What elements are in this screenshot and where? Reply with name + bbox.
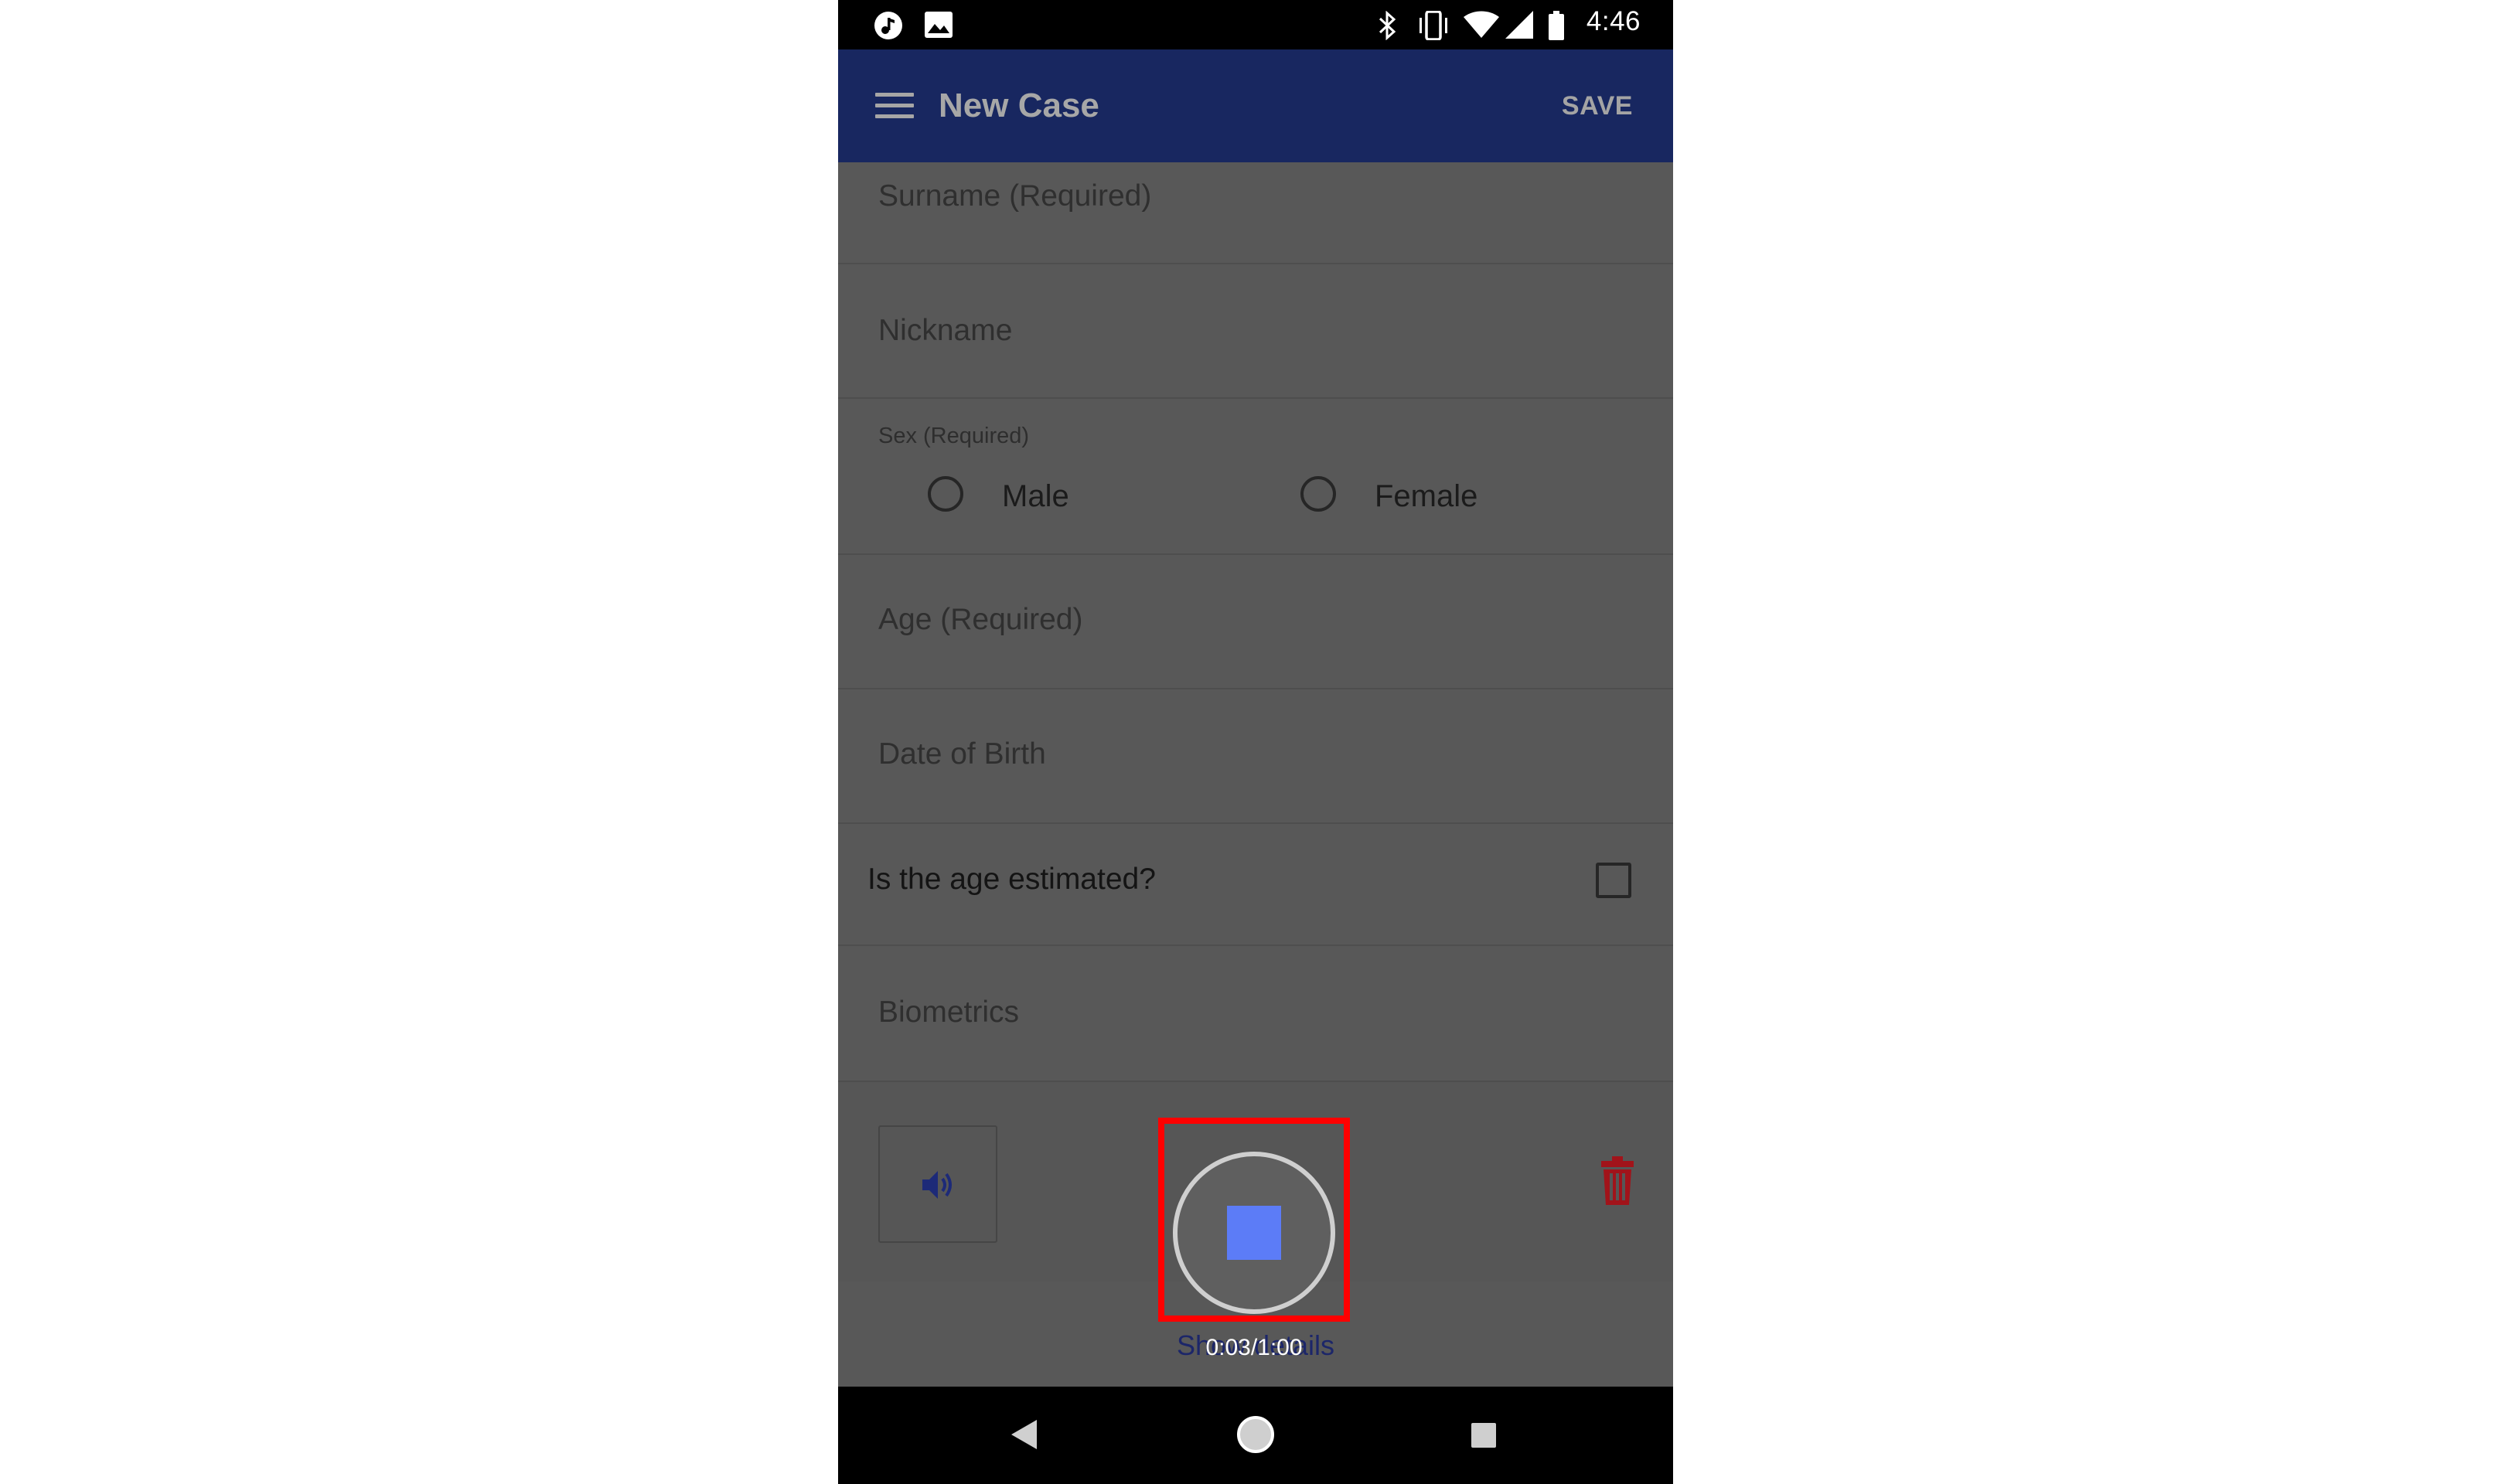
wifi-icon (1464, 11, 1499, 38)
app-bar: New Case SAVE (838, 49, 1673, 162)
trash-icon[interactable] (1600, 1156, 1635, 1206)
age-estimated-checkbox[interactable] (1596, 863, 1631, 898)
vibrate-icon (1420, 11, 1447, 40)
biometrics-label: Biometrics (878, 996, 1020, 1029)
recording-timer: 0:03/1:00 (1205, 1335, 1303, 1360)
radio-female[interactable]: Female (1300, 476, 1501, 519)
navigation-bar (838, 1387, 1673, 1484)
sex-label: Sex (Required) (878, 424, 1030, 448)
status-time: 4:46 (1586, 6, 1641, 36)
age-estimated-label: Is the age estimated? (867, 863, 1156, 896)
status-bar: 4:46 (838, 0, 1673, 49)
music-note-icon (874, 12, 902, 39)
phone-screen: 4:46 New Case SAVE Surname (Required) Ni… (838, 0, 1673, 1484)
nickname-placeholder: Nickname (878, 314, 1013, 347)
sex-field: Sex (Required) Male Female (838, 397, 1673, 555)
signal-icon (1505, 11, 1533, 39)
biometrics-section: Biometrics (838, 945, 1673, 1082)
battery-icon (1549, 11, 1564, 40)
image-icon (925, 12, 953, 38)
home-icon[interactable] (1235, 1414, 1276, 1455)
date-of-birth-field[interactable]: Date of Birth (838, 688, 1673, 824)
save-button[interactable]: SAVE (1562, 91, 1633, 121)
stop-recording-button[interactable] (1173, 1152, 1335, 1314)
speaker-icon (922, 1171, 952, 1199)
age-field[interactable]: Age (Required) (838, 553, 1673, 689)
surname-field[interactable]: Surname (Required) (838, 162, 1673, 264)
radio-circle-male[interactable] (928, 476, 963, 512)
radio-label-female: Female (1375, 479, 1478, 513)
age-estimated-row[interactable]: Is the age estimated? (838, 822, 1673, 946)
back-icon[interactable] (1010, 1419, 1038, 1450)
surname-placeholder: Surname (Required) (878, 179, 1152, 213)
date-of-birth-placeholder: Date of Birth (878, 737, 1046, 771)
page-title: New Case (939, 87, 1099, 124)
stop-icon (1227, 1206, 1281, 1260)
hamburger-menu-icon[interactable] (875, 93, 915, 121)
recents-icon[interactable] (1471, 1422, 1497, 1448)
nickname-field[interactable]: Nickname (838, 263, 1673, 399)
radio-male[interactable]: Male (928, 476, 1098, 519)
bluetooth-icon (1379, 11, 1396, 40)
age-placeholder: Age (Required) (878, 603, 1083, 636)
play-audio-button[interactable] (878, 1125, 997, 1243)
radio-circle-female[interactable] (1300, 476, 1336, 512)
radio-label-male: Male (1002, 479, 1069, 513)
